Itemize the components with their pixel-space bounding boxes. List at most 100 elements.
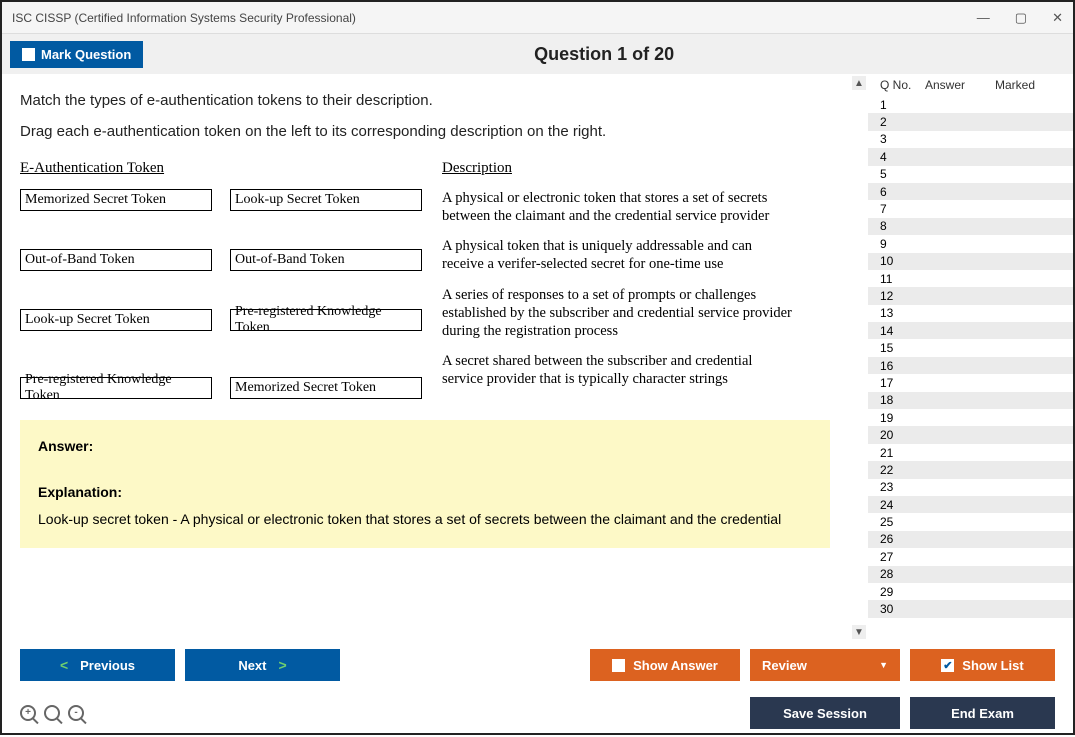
question-list-row[interactable]: 28 [868, 566, 1073, 583]
question-list-panel: Q No. Answer Marked 12345678910111213141… [868, 74, 1073, 641]
close-icon[interactable]: ✕ [1052, 10, 1063, 26]
question-list-row[interactable]: 3 [868, 131, 1073, 148]
save-session-button[interactable]: Save Session [750, 697, 900, 729]
question-list-row[interactable]: 29 [868, 583, 1073, 600]
question-list-row[interactable]: 7 [868, 200, 1073, 217]
end-exam-button[interactable]: End Exam [910, 697, 1055, 729]
scroll-down-icon[interactable]: ▼ [852, 625, 866, 639]
question-number: 12 [880, 289, 925, 303]
mark-question-button[interactable]: Mark Question [10, 41, 143, 68]
header-bar: Mark Question Question 1 of 20 [2, 34, 1073, 74]
question-list-row[interactable]: 20 [868, 426, 1073, 443]
zoom-reset-icon[interactable] [44, 705, 60, 721]
question-number: 17 [880, 376, 925, 390]
question-number: 21 [880, 446, 925, 460]
token-dropped[interactable]: Pre-registered Knowledge Token [230, 309, 422, 331]
scroll-up-icon[interactable]: ▲ [852, 76, 866, 90]
question-list-row[interactable]: 12 [868, 287, 1073, 304]
token-dropped[interactable]: Memorized Secret Token [230, 377, 422, 399]
main-area: ▲ Match the types of e-authentication to… [2, 74, 1073, 641]
zoom-in-icon[interactable]: + [20, 705, 36, 721]
question-list-row[interactable]: 11 [868, 270, 1073, 287]
dropdown-arrow-icon: ▼ [879, 660, 888, 670]
maximize-icon[interactable]: ▢ [1015, 10, 1027, 26]
explanation-label: Explanation: [38, 484, 812, 500]
zoom-out-icon[interactable]: - [68, 705, 84, 721]
question-number: 26 [880, 532, 925, 546]
next-label: Next [238, 658, 266, 673]
explanation-text: Look-up secret token - A physical or ele… [38, 510, 812, 530]
window-controls: — ▢ ✕ [977, 10, 1063, 26]
question-list-row[interactable]: 26 [868, 531, 1073, 548]
question-list-header: Q No. Answer Marked [868, 74, 1073, 96]
token-dropped[interactable]: Look-up Secret Token [230, 189, 422, 211]
question-list-row[interactable]: 17 [868, 374, 1073, 391]
match-area: E-Authentication Token Memorized Secret … [20, 160, 858, 400]
question-list-row[interactable]: 27 [868, 548, 1073, 565]
question-number: 22 [880, 463, 925, 477]
question-list-row[interactable]: 30 [868, 600, 1073, 617]
description-item: A physical or electronic token that stor… [442, 189, 792, 225]
question-list-row[interactable]: 2 [868, 113, 1073, 130]
question-list-row[interactable]: 19 [868, 409, 1073, 426]
token-source[interactable]: Memorized Secret Token [20, 189, 212, 211]
review-button[interactable]: Review ▼ [750, 649, 900, 681]
question-number: 5 [880, 167, 925, 181]
question-list-row[interactable]: 8 [868, 218, 1073, 235]
zoom-controls: + - [20, 705, 84, 721]
description-item: A physical token that is uniquely addres… [442, 237, 792, 273]
question-prompt-1: Match the types of e-authentication toke… [20, 92, 858, 109]
question-list-row[interactable]: 5 [868, 166, 1073, 183]
answer-label: Answer: [38, 438, 812, 454]
question-number: 28 [880, 567, 925, 581]
question-list-row[interactable]: 4 [868, 148, 1073, 165]
question-list[interactable]: 1234567891011121314151617181920212223242… [868, 96, 1073, 618]
question-list-row[interactable]: 18 [868, 392, 1073, 409]
question-list-row[interactable]: 22 [868, 461, 1073, 478]
mark-question-label: Mark Question [41, 47, 131, 62]
description-column-header: Description [442, 160, 792, 177]
token-dropped[interactable]: Out-of-Band Token [230, 249, 422, 271]
show-list-label: Show List [962, 658, 1023, 673]
save-session-label: Save Session [783, 706, 867, 721]
qlist-head-answer: Answer [925, 78, 995, 92]
question-number: 3 [880, 132, 925, 146]
token-source[interactable]: Pre-registered Knowledge Token [20, 377, 212, 399]
question-number: 6 [880, 185, 925, 199]
question-panel: ▲ Match the types of e-authentication to… [2, 74, 868, 641]
question-number: 30 [880, 602, 925, 616]
question-number: 19 [880, 411, 925, 425]
previous-button[interactable]: < Previous [20, 649, 175, 681]
token-source[interactable]: Look-up Secret Token [20, 309, 212, 331]
question-number: 10 [880, 254, 925, 268]
question-list-row[interactable]: 21 [868, 444, 1073, 461]
question-list-row[interactable]: 15 [868, 339, 1073, 356]
question-list-row[interactable]: 25 [868, 513, 1073, 530]
drop-target-column: . Look-up Secret Token Out-of-Band Token… [230, 160, 422, 400]
minimize-icon[interactable]: — [977, 10, 990, 26]
question-number: 18 [880, 393, 925, 407]
question-list-row[interactable]: 1 [868, 96, 1073, 113]
question-number: 1 [880, 98, 925, 112]
window-title: ISC CISSP (Certified Information Systems… [12, 11, 977, 25]
question-number: 8 [880, 219, 925, 233]
question-list-row[interactable]: 24 [868, 496, 1073, 513]
titlebar: ISC CISSP (Certified Information Systems… [2, 2, 1073, 34]
question-list-row[interactable]: 10 [868, 253, 1073, 270]
question-list-row[interactable]: 13 [868, 305, 1073, 322]
question-list-row[interactable]: 6 [868, 183, 1073, 200]
question-list-row[interactable]: 9 [868, 235, 1073, 252]
show-list-button[interactable]: ✔ Show List [910, 649, 1055, 681]
question-list-row[interactable]: 23 [868, 479, 1073, 496]
question-list-row[interactable]: 14 [868, 322, 1073, 339]
question-number: 23 [880, 480, 925, 494]
next-button[interactable]: Next > [185, 649, 340, 681]
token-source[interactable]: Out-of-Band Token [20, 249, 212, 271]
answer-panel: Answer: Explanation: Look-up secret toke… [20, 420, 830, 548]
question-number: 4 [880, 150, 925, 164]
previous-label: Previous [80, 658, 135, 673]
show-answer-button[interactable]: Show Answer [590, 649, 740, 681]
question-list-row[interactable]: 16 [868, 357, 1073, 374]
chevron-left-icon: < [60, 657, 68, 673]
question-number: 25 [880, 515, 925, 529]
